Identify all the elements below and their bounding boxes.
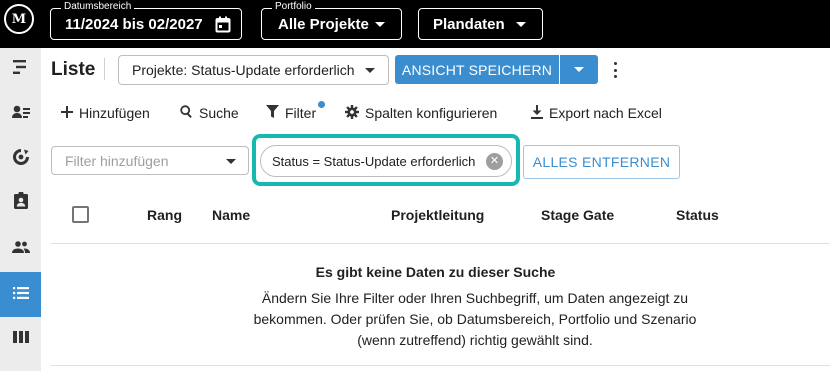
add-filter-placeholder: Filter hinzufügen bbox=[65, 152, 169, 169]
filter-icon bbox=[266, 105, 285, 121]
sidebar-item-assignment[interactable] bbox=[0, 182, 41, 224]
search-icon bbox=[180, 105, 199, 121]
empty-state-title: Es gibt keine Daten zu dieser Suche bbox=[315, 264, 556, 280]
portfolio-select[interactable]: Portfolio Alle Projekte bbox=[261, 1, 402, 40]
filter-button[interactable]: Filter bbox=[266, 101, 325, 123]
filter-active-badge bbox=[318, 101, 325, 108]
remove-all-filters-button[interactable]: ALLES ENTFERNEN bbox=[523, 145, 680, 179]
view-select[interactable]: Projekte: Status-Update erforderlich bbox=[118, 55, 389, 85]
clipboard-person-icon bbox=[13, 192, 28, 214]
export-excel-button[interactable]: Export nach Excel bbox=[531, 103, 662, 123]
group-icon bbox=[11, 240, 30, 258]
sidebar-item-list[interactable] bbox=[0, 272, 41, 317]
filter-label: Filter bbox=[285, 105, 317, 121]
configure-columns-label: Spalten konfigurieren bbox=[365, 105, 498, 121]
search-label: Suche bbox=[199, 105, 239, 121]
sidebar-item-people[interactable] bbox=[0, 93, 41, 135]
date-range-picker[interactable]: Datumsbereich 11/2024 bis 02/2027 bbox=[50, 1, 242, 40]
list-icon bbox=[12, 286, 29, 304]
app-logo[interactable]: M bbox=[4, 4, 34, 34]
columns-icon bbox=[12, 330, 29, 348]
user-list-icon bbox=[11, 105, 30, 124]
dataset-select[interactable]: Plandaten bbox=[418, 8, 543, 40]
column-header-stage-gate[interactable]: Stage Gate bbox=[541, 207, 614, 223]
column-header-name[interactable]: Name bbox=[212, 207, 250, 223]
column-header-status[interactable]: Status bbox=[676, 207, 719, 223]
save-view-menu-button[interactable] bbox=[560, 55, 598, 84]
calendar-icon[interactable] bbox=[215, 16, 231, 37]
sidebar-item-cycle[interactable] bbox=[0, 138, 41, 180]
chevron-down-icon bbox=[365, 68, 375, 73]
plus-icon bbox=[61, 105, 79, 121]
top-bar: M Datumsbereich 11/2024 bis 02/2027 Port… bbox=[0, 0, 830, 48]
date-range-value: 11/2024 bis 02/2027 bbox=[65, 15, 203, 33]
add-filter-select[interactable]: Filter hinzufügen bbox=[51, 146, 249, 175]
column-header-rang[interactable]: Rang bbox=[147, 207, 182, 223]
cycle-icon bbox=[12, 148, 29, 170]
header-divider bbox=[104, 58, 105, 80]
active-filter-label: Status = Status-Update erforderlich bbox=[272, 153, 476, 169]
sidebar-item-timeline[interactable] bbox=[0, 48, 41, 90]
page-title: Liste bbox=[51, 59, 96, 80]
add-label: Hinzufügen bbox=[79, 105, 150, 121]
table-header-divider bbox=[51, 243, 830, 244]
timeline-icon bbox=[12, 59, 29, 79]
chevron-down-icon bbox=[226, 159, 236, 164]
view-select-value: Projekte: Status-Update erforderlich bbox=[132, 62, 355, 78]
gear-icon bbox=[345, 104, 365, 122]
save-view-button[interactable]: ANSICHT SPEICHERN bbox=[395, 55, 559, 84]
remove-filter-icon[interactable]: ✕ bbox=[486, 153, 503, 170]
select-all-checkbox[interactable] bbox=[72, 206, 89, 223]
dataset-value: Plandaten bbox=[433, 15, 505, 33]
more-options-icon[interactable] bbox=[609, 62, 621, 78]
table-footer-divider bbox=[51, 365, 830, 366]
date-range-legend: Datumsbereich bbox=[61, 1, 135, 13]
empty-state-message: Ändern Sie Ihre Filter oder Ihren Suchbe… bbox=[253, 290, 697, 348]
sidebar-item-team[interactable] bbox=[0, 228, 41, 270]
column-header-projektleitung[interactable]: Projektleitung bbox=[391, 207, 484, 223]
sidebar-item-board[interactable] bbox=[0, 318, 41, 360]
sidebar bbox=[0, 48, 41, 371]
logo-text: M bbox=[11, 11, 27, 27]
export-excel-label: Export nach Excel bbox=[549, 105, 662, 121]
download-icon bbox=[531, 104, 549, 122]
portfolio-legend: Portfolio bbox=[272, 1, 315, 13]
chevron-down-icon bbox=[375, 22, 385, 27]
configure-columns-button[interactable]: Spalten konfigurieren bbox=[345, 103, 497, 123]
search-button[interactable]: Suche bbox=[180, 103, 239, 123]
chevron-down-icon bbox=[574, 67, 584, 72]
add-button[interactable]: Hinzufügen bbox=[61, 103, 150, 123]
active-filter-chip[interactable]: Status = Status-Update erforderlich ✕ bbox=[260, 145, 512, 177]
portfolio-value: Alle Projekte bbox=[278, 15, 369, 33]
chevron-down-icon bbox=[516, 22, 526, 27]
